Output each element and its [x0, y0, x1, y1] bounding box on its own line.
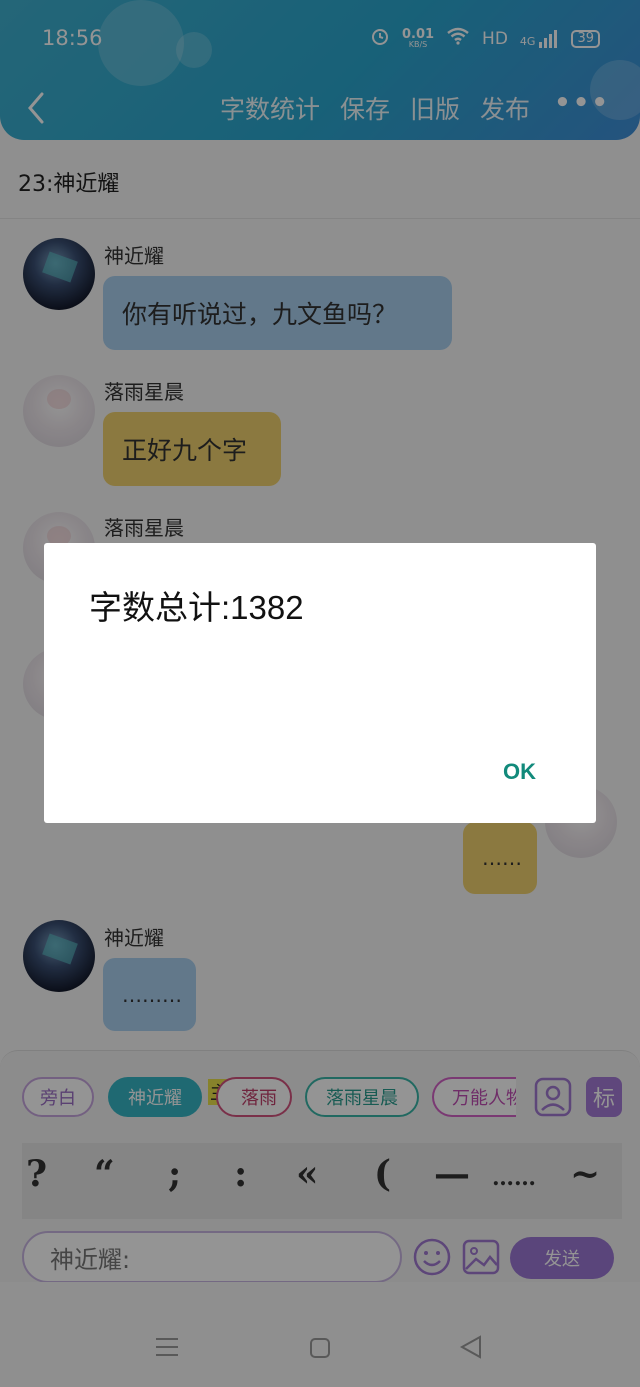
dialog-title: 字数总计:1382: [89, 589, 304, 626]
ok-button[interactable]: OK: [503, 759, 536, 785]
word-count-dialog: 字数总计:1382 OK: [44, 543, 596, 823]
